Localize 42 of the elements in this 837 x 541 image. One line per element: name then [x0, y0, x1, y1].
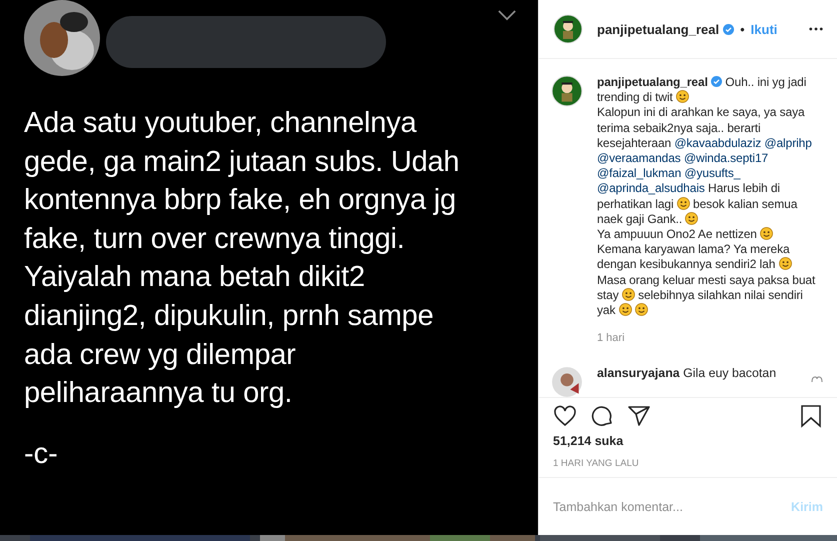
caption-text: panjipetualang_real Ouh.. ini yg jadi trending di twit Kalopun ini di arahkan ke saya, ya saya terima sebaik2nya saja.. berarti kesejahteraan @kavaabdulaziz @alprihp @veraamandas @winda.septi17 @faizal_lukman @yusufts_ @aprinda_alsudhais Harus lebih di perhatikan lagi besok kalian semua naek gaji Gank.. Ya ampuuun Ono2 Ae nettizen Kemana karyawan lama? Ya mereka dengan kesibukannya sendiri2 lah Masa orang keluar mesti saya paksa buat stay selebihnya silahkan nilai sendiri yak — [597, 75, 816, 318]
mention-link[interactable]: @winda.septi17 — [684, 151, 768, 166]
mention-link[interactable]: @alprihp — [764, 136, 812, 150]
emoji-icon — [622, 288, 635, 301]
emoji-icon — [676, 196, 690, 210]
username-link[interactable]: panjipetualang_real — [597, 75, 708, 89]
mention-link[interactable]: @kavaabdulaziz — [674, 136, 762, 150]
comment-icon[interactable] — [590, 404, 614, 428]
tweet-text-line: kontennya bbrp fake, eh orgnya jg — [24, 183, 457, 218]
mention-link[interactable]: @aprinda_alsudhais — [597, 181, 705, 196]
username-link[interactable]: panjipetualang_real — [597, 22, 720, 36]
tweet-text-line: Ada satu youtuber, channelnya — [24, 106, 418, 141]
tweet-text-line: fake, turn over crewnya tinggi. — [24, 222, 406, 257]
tweet-signature: -c- — [24, 436, 59, 472]
avatar-icon — [24, 0, 100, 76]
emoji-icon — [618, 303, 632, 316]
mention-link[interactable]: @veraamandas — [597, 151, 681, 166]
avatar-icon[interactable] — [551, 366, 583, 397]
mention-link[interactable]: @faizal_lukman — [597, 166, 682, 180]
tweet-text-line: Yaiyalah mana betah dikit2 — [24, 260, 366, 296]
tweet-text-line: peliharaannya tu org. — [24, 376, 294, 412]
emoji-icon — [778, 257, 792, 270]
emoji-icon — [685, 212, 698, 225]
mention-link[interactable]: @yusufts_ — [684, 166, 740, 180]
more-options-icon[interactable] — [809, 27, 823, 31]
chevron-down-icon[interactable] — [498, 10, 516, 21]
caption-time: 1 hari — [597, 332, 626, 344]
separator-dot: • — [740, 22, 745, 36]
share-icon[interactable] — [627, 404, 651, 428]
emoji-icon — [676, 90, 690, 104]
avatar-icon[interactable] — [553, 14, 583, 44]
like-count[interactable]: 51,214 suka — [553, 434, 823, 448]
comment-text: alansuryajana Gila euy bacotan — [597, 366, 776, 380]
tweet-text-line: gede, ga main2 jutaan subs. Udah — [24, 144, 460, 180]
emoji-icon — [760, 227, 774, 240]
bookmark-icon[interactable] — [799, 404, 823, 428]
avatar-icon[interactable] — [551, 75, 583, 107]
emoji-icon — [634, 303, 648, 316]
post-date: 1 HARI YANG LALU — [553, 458, 640, 469]
tweet-text-line: dianjing2, dipukulin, prnh sampe — [24, 298, 435, 334]
comment-input[interactable]: Tambahkan komentar... — [553, 500, 792, 514]
tweet-text-line: ada crew yg dilempar — [24, 338, 297, 373]
